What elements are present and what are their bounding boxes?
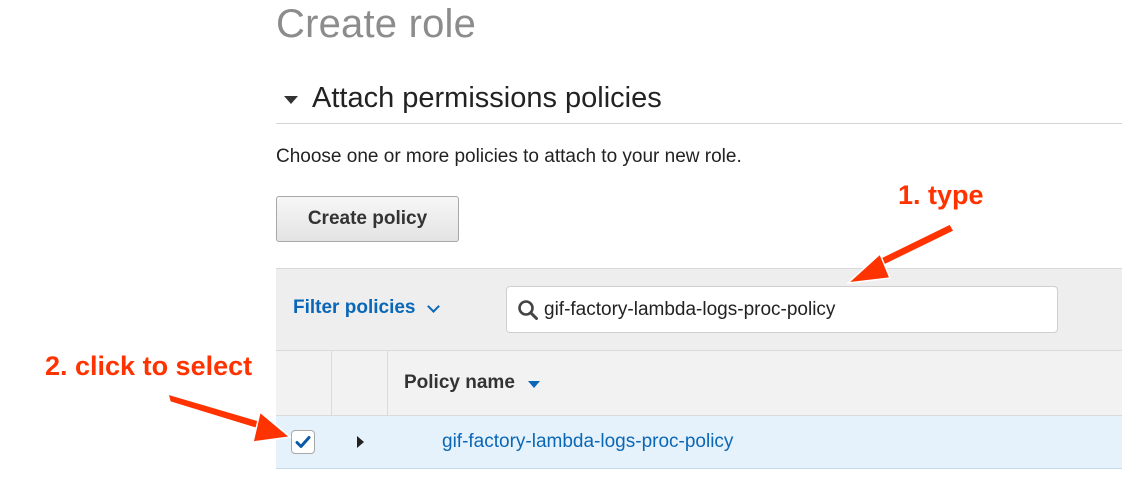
- annotation-step-1: 1. type: [898, 180, 984, 210]
- chevron-down-icon: [427, 299, 441, 313]
- section-description: Choose one or more policies to attach to…: [276, 146, 742, 167]
- caret-down-icon: [284, 95, 298, 104]
- column-header-label: Policy name: [404, 372, 515, 393]
- filter-policies-dropdown[interactable]: Filter policies: [293, 297, 441, 319]
- filter-bar: Filter policies: [276, 268, 1122, 350]
- sort-down-icon: [527, 380, 540, 388]
- search-box[interactable]: [506, 286, 1058, 333]
- annotation-step-2: 2. click to select: [45, 351, 253, 381]
- section-header-toggle[interactable]: Attach permissions policies: [284, 82, 662, 115]
- table-row[interactable]: gif-factory-lambda-logs-proc-policy: [276, 416, 1122, 469]
- column-divider: [387, 351, 388, 415]
- row-checkbox[interactable]: [291, 430, 315, 454]
- checkmark-icon: [295, 436, 311, 448]
- column-header-policy-name[interactable]: Policy name: [404, 372, 540, 394]
- table-header: Policy name: [276, 350, 1122, 416]
- section-divider: [276, 123, 1122, 124]
- page: Create role Attach permissions policies …: [0, 0, 1122, 480]
- expand-row-caret-icon[interactable]: [357, 436, 364, 448]
- arrow-step-2: [166, 392, 292, 443]
- column-divider: [331, 351, 332, 415]
- section-title: Attach permissions policies: [312, 82, 662, 114]
- create-policy-button[interactable]: Create policy: [276, 196, 459, 242]
- filter-policies-label: Filter policies: [293, 297, 416, 318]
- search-input[interactable]: [544, 298, 1044, 321]
- policy-name-link[interactable]: gif-factory-lambda-logs-proc-policy: [442, 431, 733, 453]
- page-title: Create role: [276, 2, 477, 46]
- search-icon: [516, 298, 540, 322]
